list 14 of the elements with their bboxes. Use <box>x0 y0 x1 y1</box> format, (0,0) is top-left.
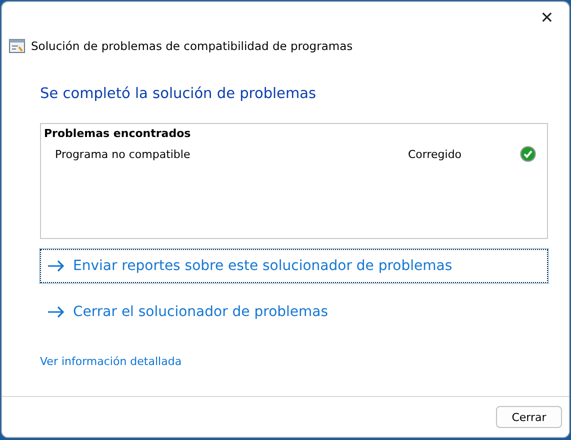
check-icon <box>520 146 536 162</box>
problem-status: Corregido <box>408 148 463 160</box>
arrow-icon <box>47 260 65 272</box>
app-icon <box>9 39 25 53</box>
result-heading: Se completó la solución de problemas <box>40 86 318 104</box>
window-title: Solución de problemas de compatibilidad de programas <box>31 39 353 53</box>
close-button[interactable]: ✕ <box>525 2 569 32</box>
details-link[interactable]: Ver información detallada <box>40 355 182 368</box>
close-dialog-button[interactable]: Cerrar <box>496 406 562 428</box>
panel-title: Problemas encontrados <box>44 127 192 140</box>
problem-name: Programa no compatible <box>55 148 192 160</box>
arrow-icon <box>47 306 65 318</box>
action-link[interactable]: Enviar reportes sobre este solucionador de problemas <box>40 249 548 283</box>
action-link[interactable]: Cerrar el solucionador de problemas <box>40 295 548 329</box>
